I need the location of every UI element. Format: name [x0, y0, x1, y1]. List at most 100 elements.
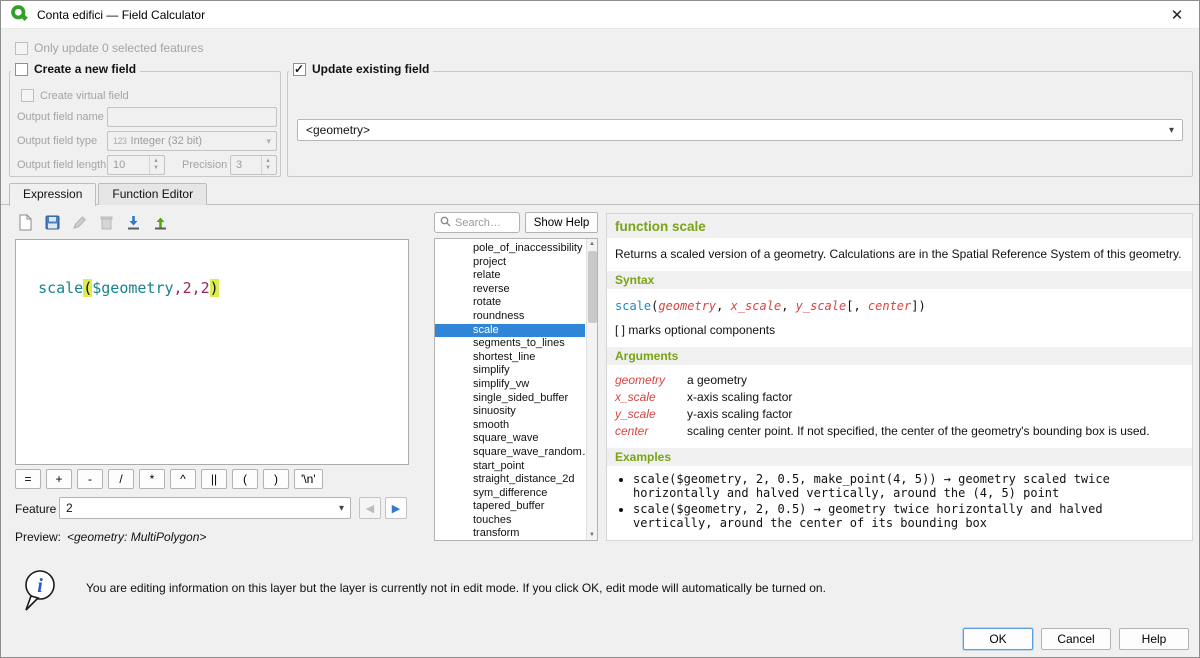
help-button[interactable]: Help — [1119, 628, 1189, 650]
function-list-item[interactable]: simplify_vw — [435, 378, 585, 392]
function-list-item[interactable]: project — [435, 256, 585, 270]
function-list-item[interactable]: sinuosity — [435, 405, 585, 419]
optional-note: [ ] marks optional components — [607, 321, 1192, 347]
tab-expression[interactable]: Expression — [9, 183, 96, 206]
function-list-item[interactable]: tapered_buffer — [435, 500, 585, 514]
function-list-item[interactable]: simplify — [435, 364, 585, 378]
ok-button[interactable]: OK — [963, 628, 1033, 650]
spinner-arrows-icon[interactable]: ▲▼ — [261, 156, 271, 174]
function-list-item[interactable]: smooth — [435, 419, 585, 433]
create-new-field-checkbox[interactable]: Create a new field — [11, 62, 140, 76]
search-input[interactable] — [455, 217, 510, 229]
close-icon[interactable]: ✕ — [1164, 6, 1190, 24]
preview-value: <geometry: MultiPolygon> — [67, 530, 206, 544]
help-description: Returns a scaled version of a geometry. … — [607, 238, 1192, 271]
argument-description: scaling center point. If not specified, … — [687, 424, 1184, 438]
example-item: scale($geometry, 2, 0.5) → geometry twic… — [633, 503, 1182, 530]
output-field-name-input[interactable] — [107, 107, 277, 127]
function-list-item[interactable]: shortest_line — [435, 351, 585, 365]
arrow-left-icon: ◀ — [366, 502, 374, 515]
argument-description: a geometry — [687, 373, 1184, 387]
svg-text:i: i — [37, 575, 43, 597]
output-field-type-combo[interactable]: 123 Integer (32 bit) ▾ — [107, 131, 277, 151]
output-field-name-label: Output field name — [17, 111, 104, 123]
tab-function-editor[interactable]: Function Editor — [98, 183, 207, 205]
new-expression-button[interactable] — [13, 210, 37, 234]
function-list-item[interactable]: scale — [435, 324, 585, 338]
import-expressions-button[interactable] — [121, 210, 145, 234]
operator-button[interactable]: - — [77, 469, 103, 489]
function-list-item[interactable]: transform — [435, 527, 585, 541]
chevron-down-icon: ▾ — [339, 503, 344, 514]
export-expressions-button[interactable] — [148, 210, 172, 234]
operator-button[interactable]: ( — [232, 469, 258, 489]
feature-combo[interactable]: 2 ▾ — [59, 497, 351, 519]
syntax-heading: Syntax — [607, 271, 1192, 289]
operator-button[interactable]: = — [15, 469, 41, 489]
function-list-item[interactable]: relate — [435, 269, 585, 283]
checkbox-box[interactable] — [15, 63, 28, 76]
function-list-scrollbar[interactable]: ▲ ▼ — [586, 239, 597, 540]
function-list-item[interactable]: single_sided_buffer — [435, 392, 585, 406]
checkbox-box[interactable] — [293, 63, 306, 76]
examples-heading: Examples — [607, 448, 1192, 466]
operator-button[interactable]: ) — [263, 469, 289, 489]
function-list-item[interactable]: rotate — [435, 296, 585, 310]
arguments-table: geometry a geometry x_scale x-axis scali… — [607, 365, 1192, 448]
operator-button[interactable]: * — [139, 469, 165, 489]
chevron-down-icon: ▾ — [266, 136, 271, 147]
function-list-item[interactable]: segments_to_lines — [435, 337, 585, 351]
example-item: scale($geometry, 2, 0.5, make_point(4, 5… — [633, 473, 1182, 500]
scrollbar-thumb[interactable] — [588, 251, 597, 323]
argument-name: center — [615, 424, 673, 438]
function-list-item[interactable]: reverse — [435, 283, 585, 297]
output-field-length-spinner[interactable]: 10 ▲▼ — [107, 155, 165, 175]
function-list-item[interactable]: square_wave — [435, 432, 585, 446]
precision-spinner[interactable]: 3 ▲▼ — [230, 155, 277, 175]
expression-toolbar — [13, 210, 172, 234]
next-feature-button[interactable]: ▶ — [385, 497, 407, 519]
function-list-item[interactable]: straight_distance_2d — [435, 473, 585, 487]
scroll-up-icon[interactable]: ▲ — [587, 241, 597, 247]
integer-type-icon: 123 — [113, 136, 127, 146]
checkbox-box[interactable] — [15, 42, 28, 55]
search-icon — [440, 216, 451, 230]
checkbox-box[interactable] — [21, 89, 34, 102]
function-list-item[interactable]: roundness — [435, 310, 585, 324]
operator-button[interactable]: '\n' — [294, 469, 323, 489]
update-existing-field-checkbox[interactable]: Update existing field — [289, 62, 433, 76]
function-list[interactable]: pole_of_inaccessibilityprojectrelatereve… — [434, 238, 598, 541]
scroll-down-icon[interactable]: ▼ — [587, 532, 597, 538]
existing-field-combo[interactable]: <geometry> ▾ — [297, 119, 1183, 141]
output-field-type-label: Output field type — [17, 135, 97, 147]
function-list-item[interactable]: pole_of_inaccessibility — [435, 242, 585, 256]
preview-label: Preview: — [15, 530, 61, 544]
examples-list: scale($geometry, 2, 0.5, make_point(4, 5… — [607, 466, 1192, 541]
window-title: Conta edifici — Field Calculator — [37, 8, 205, 22]
only-update-checkbox[interactable]: Only update 0 selected features — [15, 41, 203, 55]
function-list-item[interactable]: square_wave_random… — [435, 446, 585, 460]
spinner-arrows-icon[interactable]: ▲▼ — [149, 156, 159, 174]
edit-expression-button[interactable] — [67, 210, 91, 234]
only-update-label: Only update 0 selected features — [34, 41, 203, 55]
show-help-button[interactable]: Show Help — [525, 212, 598, 233]
function-list-item[interactable]: touches — [435, 514, 585, 528]
save-expression-button[interactable] — [40, 210, 64, 234]
feature-label: Feature — [15, 502, 56, 516]
create-virtual-field-checkbox[interactable]: Create virtual field — [21, 89, 129, 102]
delete-expression-button[interactable] — [94, 210, 118, 234]
function-search[interactable] — [434, 212, 520, 233]
operator-button[interactable]: / — [108, 469, 134, 489]
cancel-button[interactable]: Cancel — [1041, 628, 1111, 650]
operator-button[interactable]: + — [46, 469, 72, 489]
operator-buttons: =+-/*^||()'\n' — [15, 469, 323, 489]
output-field-length-label: Output field length — [17, 159, 106, 171]
field-calculator-dialog: Conta edifici — Field Calculator ✕ Only … — [0, 0, 1200, 658]
function-list-item[interactable]: sym_difference — [435, 487, 585, 501]
operator-button[interactable]: ^ — [170, 469, 196, 489]
operator-button[interactable]: || — [201, 469, 227, 489]
expression-editor[interactable]: scale($geometry,2,2) — [15, 239, 409, 465]
arrow-right-icon: ▶ — [392, 502, 400, 515]
previous-feature-button[interactable]: ◀ — [359, 497, 381, 519]
function-list-item[interactable]: start_point — [435, 460, 585, 474]
